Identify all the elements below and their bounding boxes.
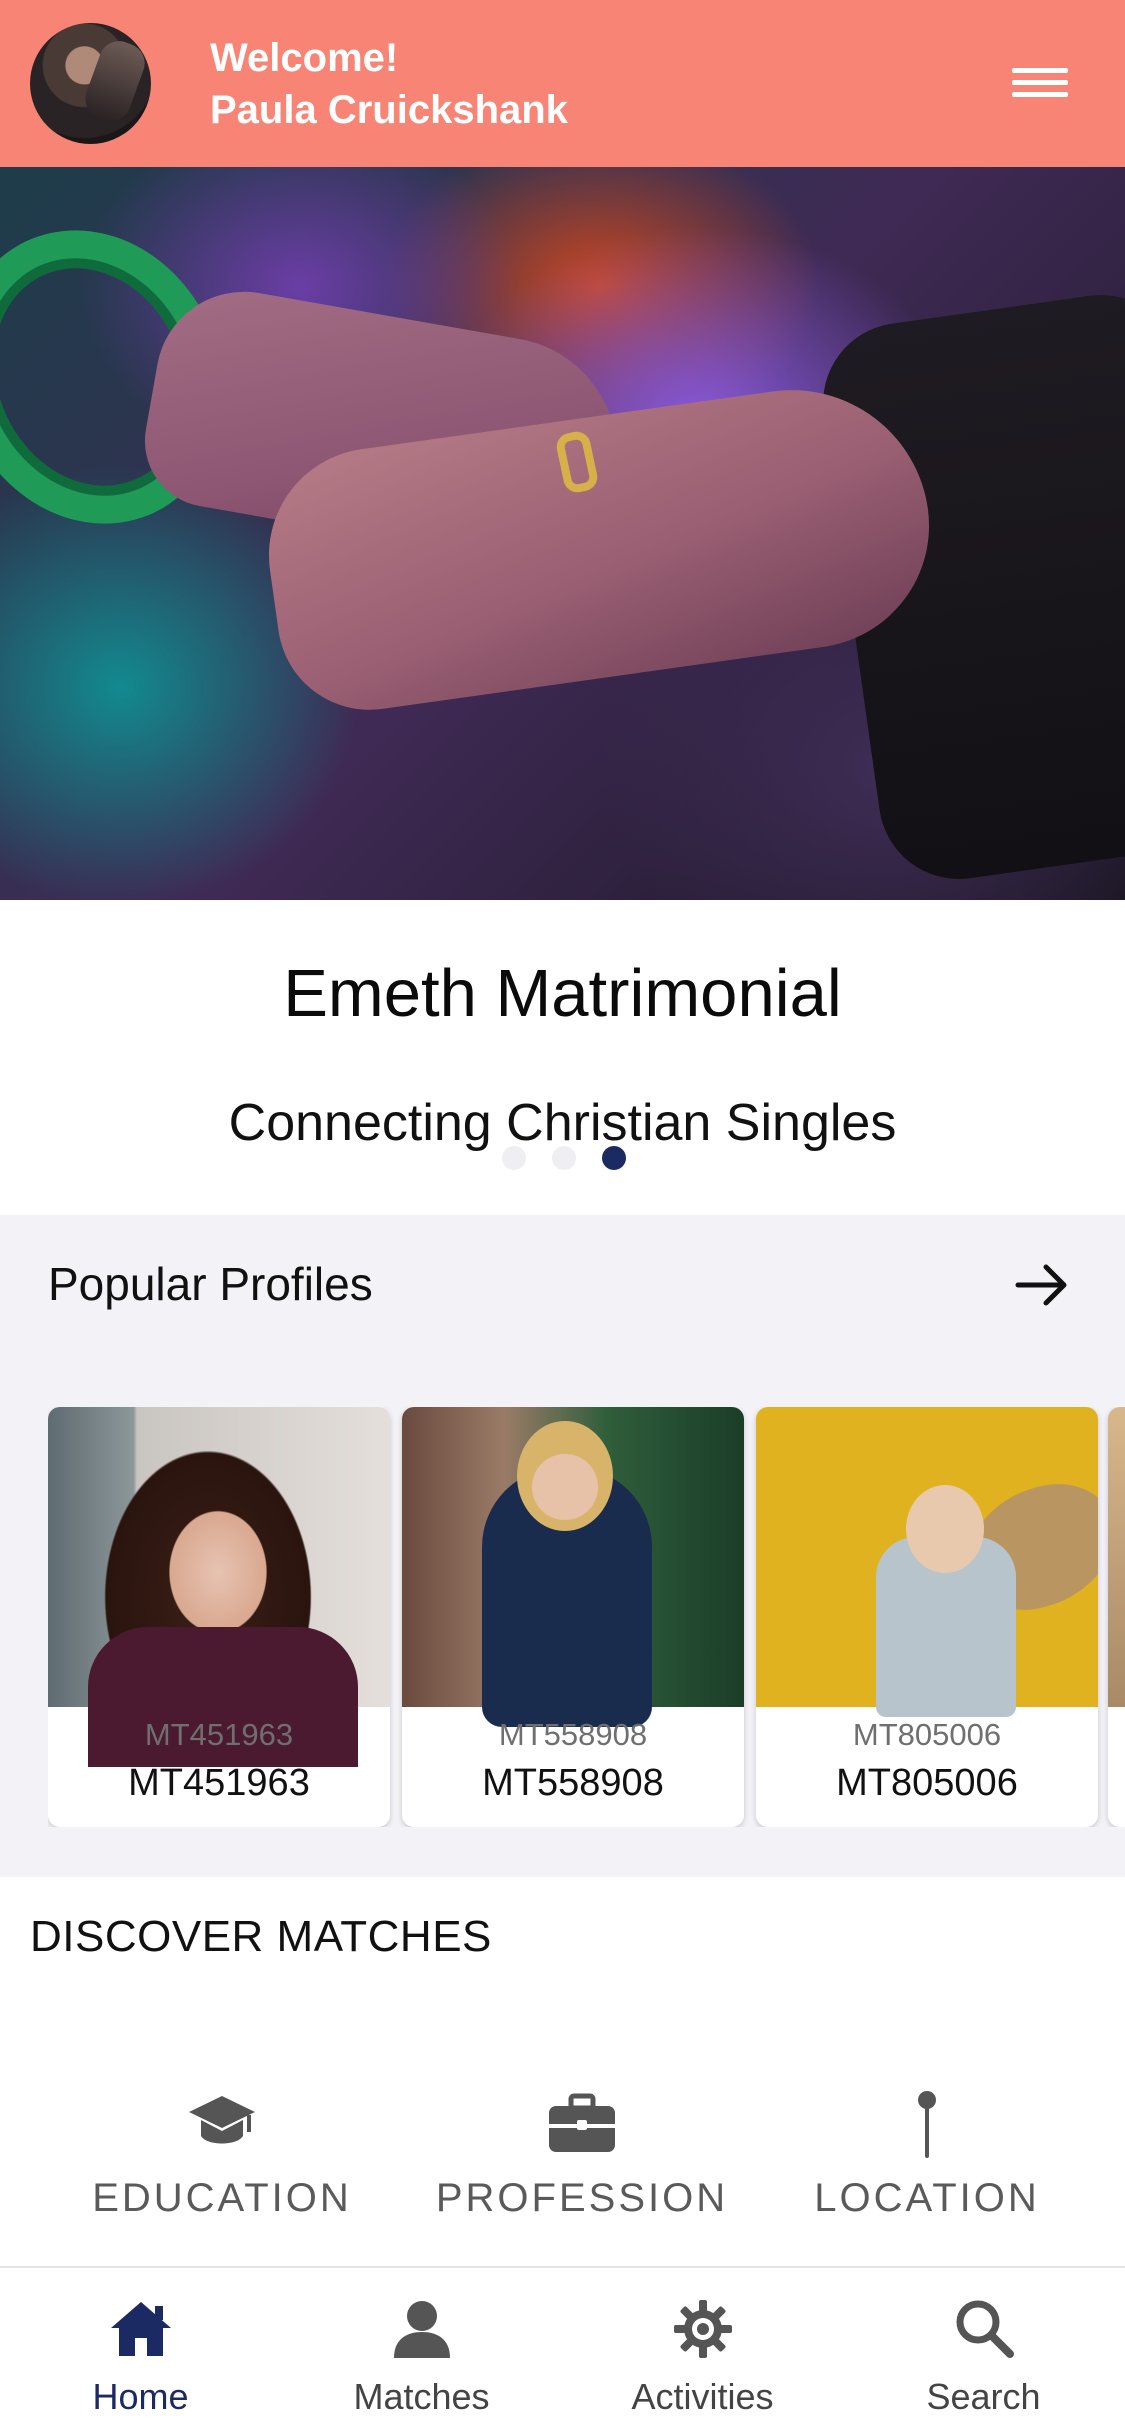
carousel-dot[interactable] bbox=[552, 1146, 576, 1170]
discover-location-button[interactable]: LOCATION bbox=[767, 2090, 1087, 2230]
nav-label: Search bbox=[926, 2376, 1041, 2417]
carousel-dot[interactable] bbox=[502, 1146, 526, 1170]
profile-photo bbox=[756, 1407, 1098, 1717]
discover-label: PROFESSION bbox=[435, 2176, 729, 2220]
profile-id: MT805006 bbox=[852, 1717, 1002, 1752]
graduation-cap-icon bbox=[189, 2096, 255, 2144]
nav-label: Matches bbox=[353, 2376, 490, 2417]
avatar[interactable] bbox=[30, 23, 151, 144]
user-name: Paula Cruickshank bbox=[210, 88, 568, 132]
profile-photo bbox=[48, 1407, 390, 1767]
nav-item-home[interactable]: Home bbox=[0, 2268, 281, 2436]
popular-profiles-section: Popular Profiles MT451963 MT451963 MT558… bbox=[0, 1215, 1125, 1877]
profile-card[interactable]: MT805006 MT805006 bbox=[756, 1407, 1098, 1827]
carousel-pagination[interactable] bbox=[502, 1146, 632, 1172]
profile-name: MT558908 bbox=[482, 1762, 664, 1804]
nav-item-matches[interactable]: Matches bbox=[281, 2268, 562, 2436]
profile-id: MT451963 bbox=[144, 1717, 294, 1752]
nav-item-search[interactable]: Search bbox=[843, 2268, 1124, 2436]
profile-name: MT805006 bbox=[836, 1762, 1018, 1804]
welcome-greeting: Welcome! bbox=[210, 36, 399, 80]
briefcase-icon bbox=[549, 2093, 615, 2152]
carousel-dot-active[interactable] bbox=[602, 1146, 626, 1170]
profile-id: MT558908 bbox=[498, 1717, 648, 1752]
user-icon bbox=[394, 2301, 450, 2358]
profile-card-partial[interactable] bbox=[1108, 1407, 1125, 1827]
discover-options: EDUCATION PROFESSION LOCATION bbox=[0, 2090, 1125, 2230]
section-title: Popular Profiles bbox=[48, 1258, 373, 1310]
arrow-right-icon[interactable] bbox=[1012, 1255, 1072, 1315]
bottom-navigation: Home Matches Activities Search bbox=[0, 2268, 1125, 2436]
discover-label: LOCATION bbox=[814, 2176, 1040, 2220]
profile-name: MT451963 bbox=[128, 1762, 310, 1804]
discover-title: DISCOVER MATCHES bbox=[30, 1912, 492, 1961]
hamburger-menu-icon[interactable] bbox=[1012, 62, 1068, 104]
profile-carousel[interactable]: MT451963 MT451963 MT558908 MT558908 MT80… bbox=[48, 1407, 1125, 1827]
discover-label: EDUCATION bbox=[92, 2176, 352, 2220]
search-icon bbox=[956, 2300, 1014, 2358]
nav-item-activities[interactable]: Activities bbox=[562, 2268, 843, 2436]
discover-profession-button[interactable]: PROFESSION bbox=[422, 2090, 742, 2230]
profile-card[interactable]: MT451963 MT451963 bbox=[48, 1407, 390, 1827]
app-header: Welcome! Paula Cruickshank bbox=[0, 0, 1125, 167]
gear-icon bbox=[674, 2300, 732, 2358]
profile-photo bbox=[402, 1407, 744, 1727]
home-icon bbox=[111, 2302, 171, 2356]
discover-education-button[interactable]: EDUCATION bbox=[62, 2090, 382, 2230]
profile-card[interactable]: MT558908 MT558908 bbox=[402, 1407, 744, 1827]
map-pin-icon bbox=[918, 2091, 936, 2158]
welcome-text: Welcome! Paula Cruickshank bbox=[210, 32, 568, 136]
hero-image bbox=[0, 167, 1125, 900]
carousel-subtitle: Connecting Christian Singles bbox=[228, 1094, 897, 1152]
nav-label: Home bbox=[92, 2376, 189, 2417]
carousel-title: Emeth Matrimonial bbox=[283, 956, 842, 1031]
nav-label: Activities bbox=[631, 2376, 774, 2417]
